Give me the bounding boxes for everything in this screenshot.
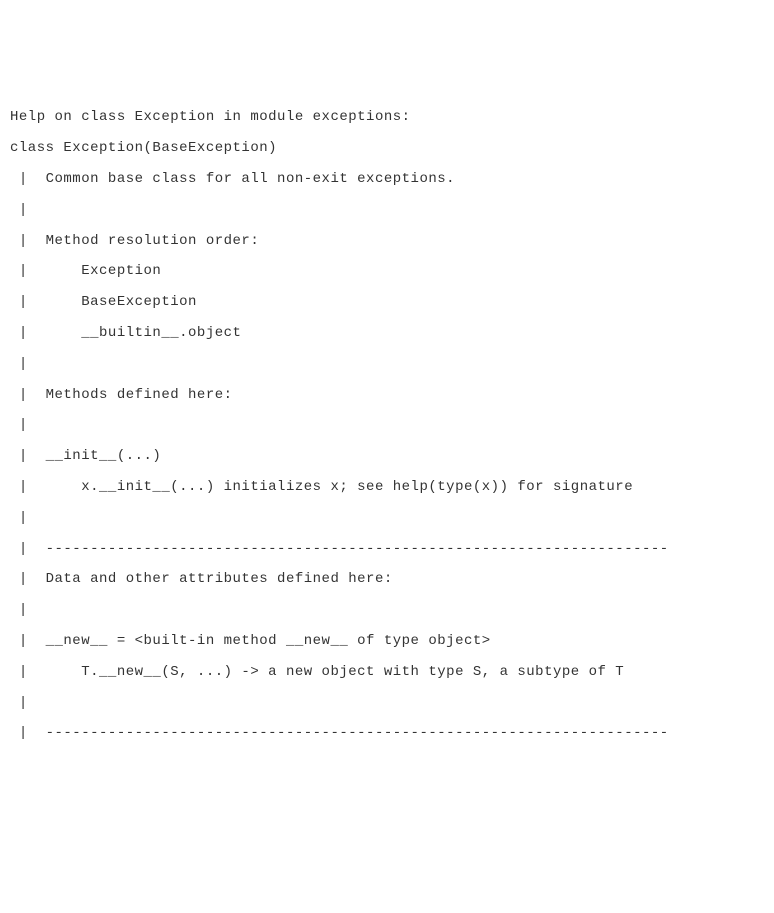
help-line: | Common base class for all non-exit exc… bbox=[10, 164, 764, 195]
help-line: | x.__init__(...) initializes x; see hel… bbox=[10, 472, 764, 503]
help-output: Help on class Exception in module except… bbox=[10, 102, 764, 749]
help-line: | --------------------------------------… bbox=[10, 718, 764, 749]
help-line: | bbox=[10, 688, 764, 719]
help-line: Help on class Exception in module except… bbox=[10, 102, 764, 133]
help-line: | __init__(...) bbox=[10, 441, 764, 472]
help-line: | bbox=[10, 349, 764, 380]
help-line: | T.__new__(S, ...) -> a new object with… bbox=[10, 657, 764, 688]
help-line: | bbox=[10, 195, 764, 226]
help-line: | __builtin__.object bbox=[10, 318, 764, 349]
help-line: | Exception bbox=[10, 256, 764, 287]
help-line: | bbox=[10, 595, 764, 626]
help-line: | --------------------------------------… bbox=[10, 534, 764, 565]
help-line: | Method resolution order: bbox=[10, 226, 764, 257]
help-line: | __new__ = <built-in method __new__ of … bbox=[10, 626, 764, 657]
help-line: | bbox=[10, 503, 764, 534]
help-line: class Exception(BaseException) bbox=[10, 133, 764, 164]
help-line: | Methods defined here: bbox=[10, 380, 764, 411]
help-line: | bbox=[10, 410, 764, 441]
help-line: | BaseException bbox=[10, 287, 764, 318]
help-line: | Data and other attributes defined here… bbox=[10, 564, 764, 595]
